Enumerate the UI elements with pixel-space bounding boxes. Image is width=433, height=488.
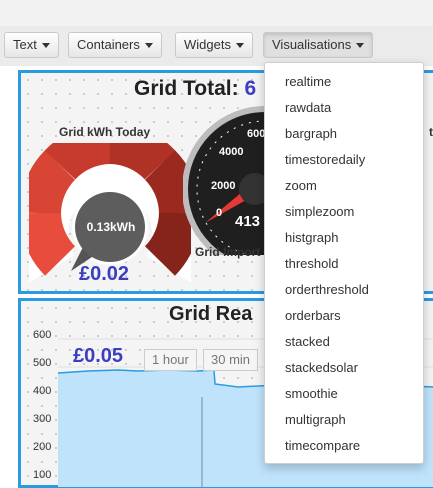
widgets-menu-button[interactable]: Widgets [175,32,253,58]
menu-item-timecompare[interactable]: timecompare [265,433,423,459]
y-tick-600: 600 [33,329,52,341]
menu-item-smoothie[interactable]: smoothie [265,381,423,407]
designer-toolbar: Text Containers Widgets Visualisations [0,26,433,66]
dial-segment [144,211,191,276]
y-tick-300: 300 [33,413,52,425]
menu-item-rawdata[interactable]: rawdata [265,95,423,121]
y-tick-200: 200 [33,441,52,453]
dial-label-grid-import: Grid Import [195,245,261,259]
cost-today: £0.02 [79,263,130,285]
visualisations-dropdown: realtime rawdata bargraph timestoredaily… [264,62,424,464]
visualisations-menu-button[interactable]: Visualisations [263,32,374,58]
caret-down-icon [235,43,244,49]
widgets-menu-label: Widgets [184,37,231,52]
gauge-tick-2000: 2000 [211,180,236,192]
dial-label-partial: ti [429,125,433,139]
panel-title: Grid Total: 6 [134,77,256,101]
dial-segment [44,143,112,181]
menu-item-timestoredaily[interactable]: timestoredaily [265,147,423,173]
dial-segment [29,150,76,215]
menu-item-stackedsolar[interactable]: stackedsolar [265,355,423,381]
y-tick-400: 400 [33,385,52,397]
range-1-hour-button[interactable]: 1 hour [144,349,197,371]
containers-menu-label: Containers [77,37,140,52]
dial-label-kwh-today: Grid kWh Today [59,125,151,139]
menu-item-orderbars[interactable]: orderbars [265,303,423,329]
menu-item-realtime[interactable]: realtime [265,69,423,95]
containers-menu-button[interactable]: Containers [68,32,162,58]
y-tick-500: 500 [33,357,52,369]
menu-item-multigraph[interactable]: multigraph [265,407,423,433]
gauge-tick-0: 0 [216,207,223,219]
text-menu-label: Text [13,37,37,52]
dial-center-value: 0.13kWh [86,220,136,234]
dial-segment [108,143,176,181]
panel-title-text: Grid Total: [134,77,239,100]
panel-title-value: 6 [244,77,257,100]
caret-down-icon [41,43,50,49]
text-menu-button[interactable]: Text [4,32,59,58]
gauge-tick-4000: 4000 [219,146,244,158]
menu-item-zoom[interactable]: zoom [265,173,423,199]
range-30-min-button[interactable]: 30 min [203,349,259,371]
dial-segment [29,211,76,276]
panel-title: Grid Rea [169,303,253,325]
menu-item-threshold[interactable]: threshold [265,251,423,277]
caret-down-icon [356,43,365,49]
visualisations-menu-label: Visualisations [272,37,352,52]
y-tick-100: 100 [33,469,52,481]
menu-item-histgraph[interactable]: histgraph [265,225,423,251]
top-strip [0,0,433,26]
menu-item-stacked[interactable]: stacked [265,329,423,355]
menu-item-orderthreshold[interactable]: orderthreshold [265,277,423,303]
menu-item-bargraph[interactable]: bargraph [265,121,423,147]
menu-item-simplezoom[interactable]: simplezoom [265,199,423,225]
caret-down-icon [144,43,153,49]
gauge-readout: 413 [235,213,261,230]
realtime-cost: £0.05 [73,345,124,367]
dial-segment [144,150,191,215]
